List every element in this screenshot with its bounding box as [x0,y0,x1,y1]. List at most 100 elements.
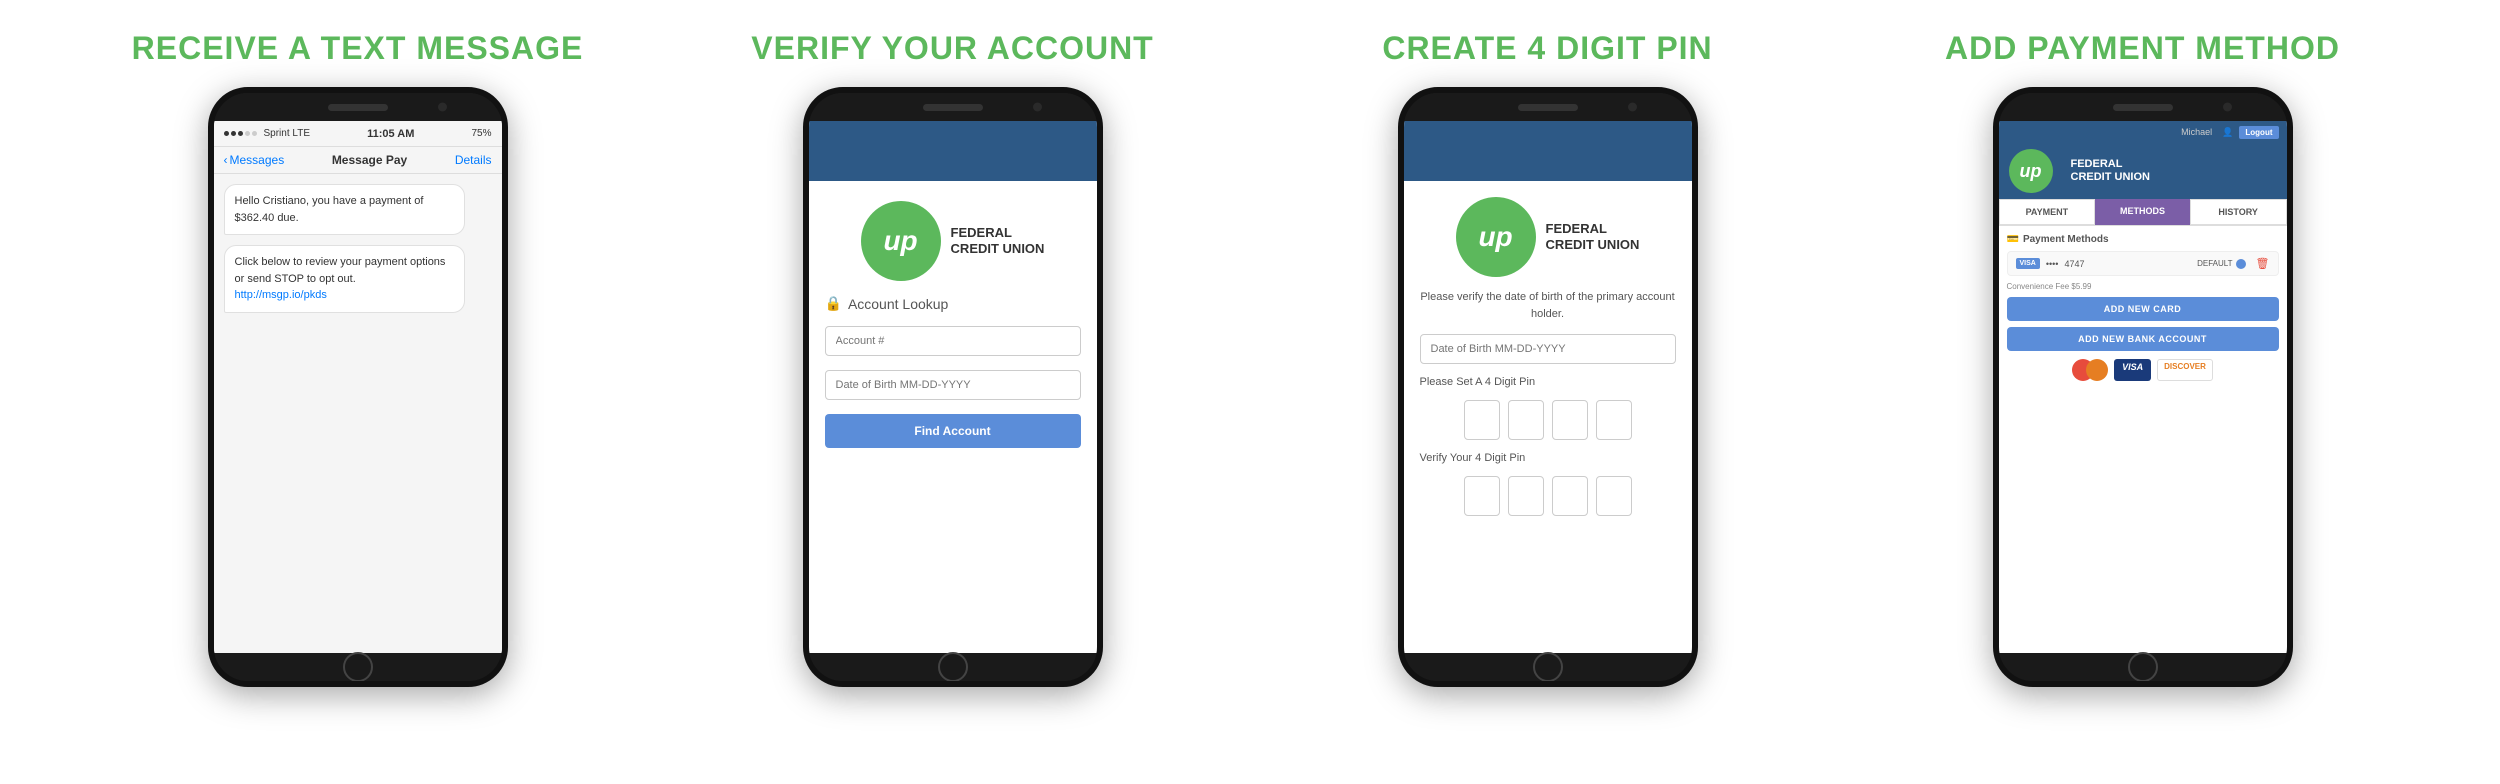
pin-box-2[interactable] [1508,400,1544,440]
home-button-2[interactable] [938,652,968,682]
step-2-title: VERIFY YOUR ACCOUNT [751,30,1153,67]
signal-dots [224,131,257,136]
logo-circle-4: up [2009,149,2053,193]
brand-line2-4: CREDIT UNION [2071,171,2150,184]
verify-pin-boxes [1464,476,1632,516]
pin-body: up FEDERAL CREDIT UNION Please verify th… [1404,181,1692,653]
verify-pin-label: Verify Your 4 Digit Pin [1420,452,1526,464]
pin-box-1[interactable] [1464,400,1500,440]
card-brand-badge: VISA [2016,258,2040,269]
pin-box-3[interactable] [1552,400,1588,440]
screen-4: Michael 👤 Logout up FEDERAL CREDIT UNION [1999,121,2287,653]
step-1: RECEIVE A TEXT MESSAGE [78,30,638,687]
set-pin-boxes [1464,400,1632,440]
home-button-4[interactable] [2128,652,2158,682]
camera-3 [1628,103,1637,112]
phone-1: Sprint LTE 11:05 AM 75% ‹ Messages Messa… [208,87,508,687]
sms-bubble-1: Hello Cristiano, you have a payment of $… [224,184,465,235]
verify-pin-box-2[interactable] [1508,476,1544,516]
brand-text-block-2: FEDERAL CREDIT UNION [951,225,1045,256]
logo-circle-3: up [1456,197,1536,277]
pin-header [1404,121,1692,181]
brand-line1-4: FEDERAL [2071,158,2150,171]
discover-icon: DISCOVER [2157,359,2213,381]
tab-history[interactable]: HISTORY [2190,199,2287,225]
verify-pin-box-3[interactable] [1552,476,1588,516]
step-1-title: RECEIVE A TEXT MESSAGE [132,30,584,67]
logo-up-text-3: up [1478,221,1512,253]
lookup-header [809,121,1097,181]
step-4: ADD PAYMENT METHOD Michael 👤 Logout up [1863,30,2423,687]
speaker-3 [1518,104,1578,111]
main-container: RECEIVE A TEXT MESSAGE [0,0,2500,784]
logo-circle-2: up [861,201,941,281]
phone-top-1 [214,93,502,121]
default-badge: DEFAULT [2197,259,2245,269]
sms-details-btn[interactable]: Details [455,153,492,167]
step-3: CREATE 4 DIGIT PIN up FEDERAL CREDI [1268,30,1828,687]
dob-input-pin[interactable] [1420,334,1676,364]
add-new-bank-button[interactable]: ADD NEW BANK ACCOUNT [2007,327,2279,351]
phone-4: Michael 👤 Logout up FEDERAL CREDIT UNION [1993,87,2293,687]
battery-label: 75% [471,128,491,139]
home-button-3[interactable] [1533,652,1563,682]
messages-label[interactable]: Messages [230,153,285,167]
step-2: VERIFY YOUR ACCOUNT up FEDERAL CRED [673,30,1233,687]
sms-link[interactable]: http://msgp.io/pkds [235,289,327,301]
tab-payment[interactable]: PAYMENT [1999,199,2096,225]
phone-bottom-3 [1404,653,1692,681]
pay-logo-bar: up FEDERAL CREDIT UNION [1999,143,2287,199]
camera-4 [2223,103,2232,112]
form-title: 🔒 Account Lookup [825,295,949,312]
pay-nav-tabs: PAYMENT METHODS HISTORY [1999,199,2287,226]
username-label: Michael [2181,127,2212,137]
delete-card-icon[interactable]: 🗑 [2256,257,2270,270]
card-icons: VISA DISCOVER [2007,359,2279,381]
lock-icon: 🔒 [825,295,842,312]
phone-3: up FEDERAL CREDIT UNION Please verify th… [1398,87,1698,687]
set-pin-label: Please Set A 4 Digit Pin [1420,376,1536,388]
carrier-label: Sprint LTE [264,128,311,139]
speaker-1 [328,104,388,111]
phone-bottom-2 [809,653,1097,681]
screen-2: up FEDERAL CREDIT UNION 🔒 Account Lookup [809,121,1097,653]
sms-header: ‹ Messages Message Pay Details [214,147,502,174]
account-number-input[interactable] [825,326,1081,356]
find-account-button[interactable]: Find Account [825,414,1081,448]
verify-pin-box-1[interactable] [1464,476,1500,516]
pay-body: 💳 Payment Methods VISA •••• 4747 DEFAULT… [1999,226,2287,653]
phone-bottom-4 [1999,653,2287,681]
sms-bubble-2: Click below to review your payment optio… [224,245,465,313]
step-3-title: CREATE 4 DIGIT PIN [1382,30,1712,67]
verify-pin-box-4[interactable] [1596,476,1632,516]
pin-instruction: Please verify the date of birth of the p… [1420,289,1676,322]
phone-bottom-1 [214,653,502,681]
radio-dot [2236,259,2246,269]
brand-line2-2: CREDIT UNION [951,241,1045,257]
logout-button[interactable]: Logout [2239,126,2278,139]
tab-methods[interactable]: METHODS [2095,199,2190,225]
mastercard-icon [2072,359,2108,381]
logo-row-3: up FEDERAL CREDIT UNION [1456,197,1640,277]
phone-top-2 [809,93,1097,121]
card-last4: 4747 [2064,259,2084,269]
speaker-4 [2113,104,2173,111]
camera-2 [1033,103,1042,112]
camera-1 [438,103,447,112]
card-dots: •••• [2046,259,2059,269]
home-button-1[interactable] [343,652,373,682]
time-label: 11:05 AM [367,128,414,140]
lookup-body: up FEDERAL CREDIT UNION 🔒 Account Lookup [809,181,1097,653]
dob-input-lookup[interactable] [825,370,1081,400]
screen-3: up FEDERAL CREDIT UNION Please verify th… [1404,121,1692,653]
phone-top-4 [1999,93,2287,121]
add-new-card-button[interactable]: ADD NEW CARD [2007,297,2279,321]
sms-status-bar: Sprint LTE 11:05 AM 75% [214,121,502,147]
brand-line1-3: FEDERAL [1546,221,1640,237]
pay-top-bar: Michael 👤 Logout [1999,121,2287,143]
pin-box-4[interactable] [1596,400,1632,440]
screen-1: Sprint LTE 11:05 AM 75% ‹ Messages Messa… [214,121,502,653]
brand-text-block-3: FEDERAL CREDIT UNION [1546,221,1640,252]
sms-back-btn[interactable]: ‹ Messages [224,153,285,167]
phone-top-3 [1404,93,1692,121]
